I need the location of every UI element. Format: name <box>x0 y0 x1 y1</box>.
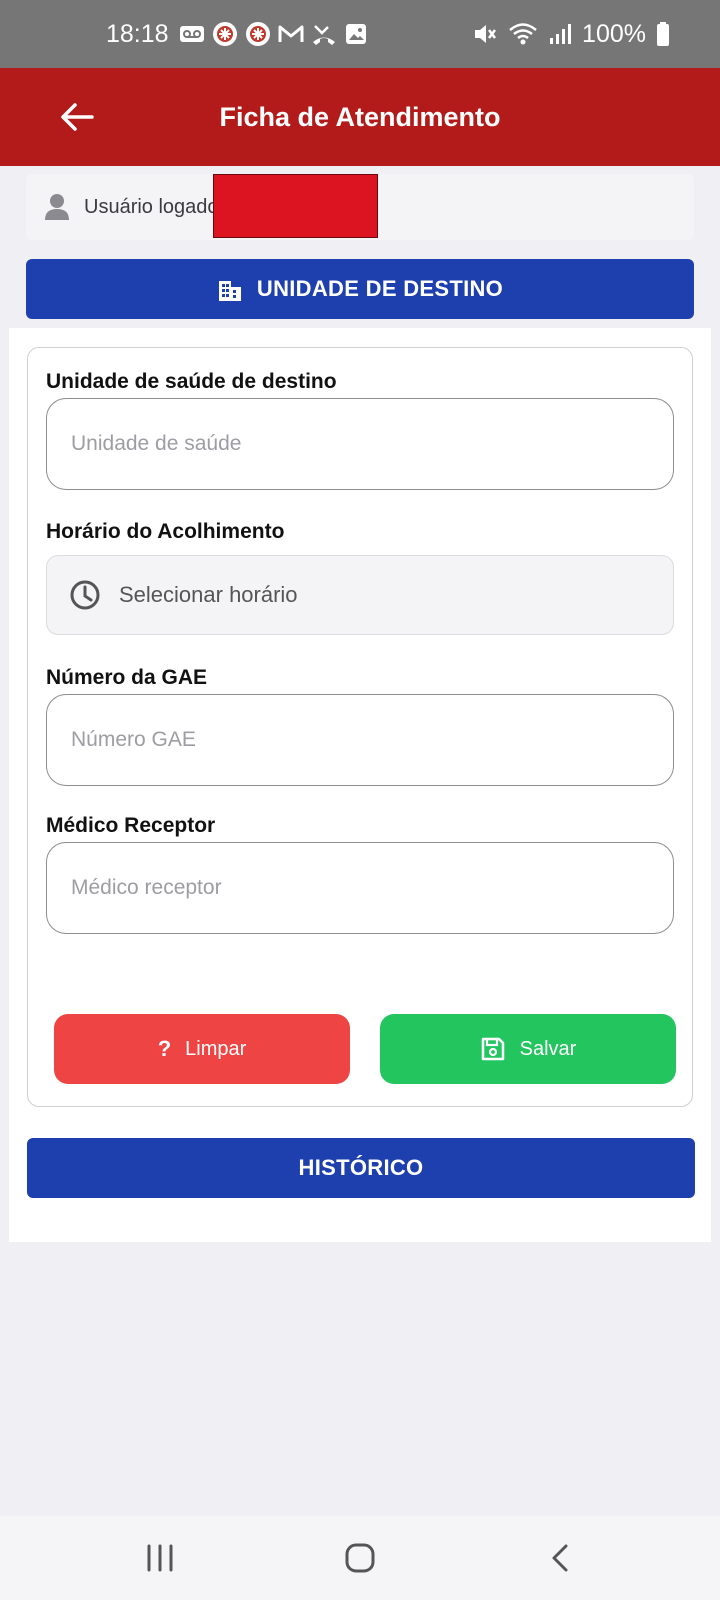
image-icon <box>345 24 366 44</box>
gae-input[interactable] <box>46 694 674 786</box>
question-icon: ? <box>157 1036 172 1061</box>
section-header-destination: UNIDADE DE DESTINO <box>26 259 694 319</box>
battery-icon <box>657 22 669 46</box>
system-back-button[interactable] <box>520 1528 600 1588</box>
mute-icon <box>475 25 497 43</box>
clear-button-label: Limpar <box>185 1037 247 1060</box>
logged-user-label: Usuário logado <box>84 195 219 218</box>
clock-icon <box>70 580 100 610</box>
back-button[interactable] <box>50 90 104 144</box>
building-icon <box>218 281 241 301</box>
page-title: Ficha de Atendimento <box>219 101 501 132</box>
gmail-icon <box>278 25 304 42</box>
gae-label: Número da GAE <box>46 666 208 689</box>
clear-button[interactable]: ? Limpar <box>54 1014 350 1084</box>
history-button[interactable]: HISTÓRICO <box>27 1138 695 1198</box>
app-badge-icon <box>245 22 270 46</box>
status-bar: 18:18 100% <box>0 0 720 68</box>
doctor-label: Médico Receptor <box>46 814 216 837</box>
redacted-username <box>213 174 378 238</box>
wifi-icon <box>509 23 537 45</box>
missed-call-icon <box>312 25 335 45</box>
recent-apps-icon <box>147 1544 173 1572</box>
save-button[interactable]: Salvar <box>380 1014 676 1084</box>
arrow-left-icon <box>61 103 94 131</box>
chevron-left-icon <box>552 1544 568 1572</box>
user-icon <box>44 193 70 221</box>
main-panel: Unidade de saúde de destino Horário do A… <box>9 328 711 1242</box>
voicemail-icon <box>179 26 204 42</box>
app-bar: Ficha de Atendimento <box>0 68 720 166</box>
time-picker-placeholder: Selecionar horário <box>119 582 298 607</box>
recent-apps-button[interactable] <box>120 1528 200 1588</box>
save-icon <box>481 1037 504 1061</box>
time-label: Horário do Acolhimento <box>46 520 285 543</box>
doctor-input[interactable] <box>46 842 674 934</box>
unit-label: Unidade de saúde de destino <box>46 370 337 393</box>
section-title: UNIDADE DE DESTINO <box>256 276 504 301</box>
battery-level: 100% <box>582 19 646 48</box>
app-badge-icon <box>212 22 237 46</box>
time-picker[interactable]: Selecionar horário <box>46 555 674 635</box>
unit-input[interactable] <box>46 398 674 490</box>
system-nav-bar <box>0 1516 720 1600</box>
form-card: Unidade de saúde de destino Horário do A… <box>27 347 693 1107</box>
status-time: 18:18 <box>106 19 169 48</box>
signal-icon <box>550 24 572 44</box>
home-button[interactable] <box>320 1528 400 1588</box>
home-icon <box>345 1543 375 1573</box>
save-button-label: Salvar <box>519 1037 577 1060</box>
